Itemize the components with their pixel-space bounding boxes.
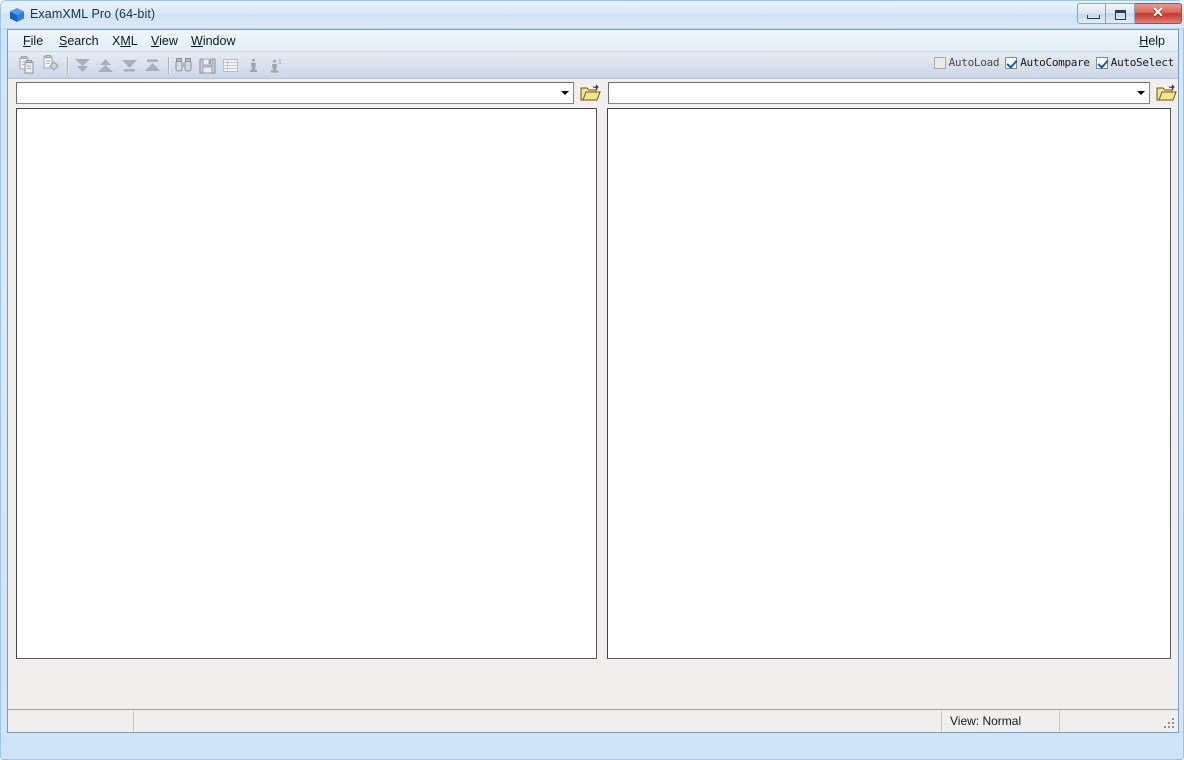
autoselect-checkbox[interactable]: AutoSelect <box>1095 56 1175 69</box>
menu-window-label: indow <box>202 34 236 48</box>
left-file-combobox[interactable] <box>16 82 574 104</box>
right-file-combobox[interactable] <box>608 82 1150 104</box>
autoload-checkbox[interactable]: AutoLoad <box>933 56 1000 69</box>
left-document-pane[interactable] <box>16 108 597 659</box>
chevron-down-icon[interactable] <box>1137 91 1145 95</box>
resize-grip-icon[interactable] <box>1163 717 1176 730</box>
file-path-row <box>8 79 1178 108</box>
save-icon[interactable] <box>197 55 218 76</box>
table-view-icon[interactable] <box>220 55 241 76</box>
menu-search[interactable]: Search <box>52 33 106 50</box>
autocompare-label: AutoCompare <box>1020 56 1090 69</box>
find-icon[interactable] <box>173 55 194 76</box>
status-bar: View: Normal <box>8 709 1178 732</box>
toolbar: 1 AutoLoad AutoCompare AutoSelect <box>8 52 1178 79</box>
menu-window[interactable]: Window <box>184 33 242 50</box>
status-cell-1 <box>8 711 133 732</box>
window-controls: ✕ <box>1077 3 1182 25</box>
compare-documents-icon[interactable] <box>17 55 38 76</box>
toolbar-separator-2 <box>168 57 170 74</box>
maximize-icon-bar <box>1116 11 1125 13</box>
autocompare-checkbox-box[interactable] <box>1005 56 1018 69</box>
status-view-mode: View: Normal <box>941 711 1059 732</box>
toolbar-options: AutoLoad AutoCompare AutoSelect <box>933 56 1175 69</box>
next-difference-icon[interactable] <box>119 55 140 76</box>
svg-text:1: 1 <box>278 59 282 66</box>
application-window: ExamXML Pro (64-bit) ✕ File Search XML V… <box>0 0 1184 760</box>
pane-splitter[interactable] <box>597 108 607 659</box>
minimize-icon <box>1087 15 1100 19</box>
menu-help-label: elp <box>1148 34 1165 48</box>
window-title: ExamXML Pro (64-bit) <box>30 7 156 21</box>
close-button[interactable]: ✕ <box>1135 3 1182 24</box>
right-file-path-input[interactable] <box>612 86 1131 100</box>
right-open-file-button[interactable] <box>1154 81 1178 105</box>
right-document-content <box>608 109 1170 113</box>
client-area: File Search XML View Window Help 1 AutoL… <box>7 29 1179 733</box>
merge-documents-icon[interactable] <box>41 55 62 76</box>
info-icon[interactable] <box>243 55 264 76</box>
toolbar-separator-1 <box>67 57 69 74</box>
right-document-pane[interactable] <box>607 108 1171 659</box>
status-cell-2 <box>133 711 941 732</box>
menu-search-label: earch <box>67 34 99 48</box>
autoselect-checkbox-box[interactable] <box>1095 56 1108 69</box>
autoselect-label: AutoSelect <box>1110 56 1175 69</box>
last-difference-icon[interactable] <box>95 55 116 76</box>
autocompare-checkbox[interactable]: AutoCompare <box>1005 56 1090 69</box>
info-alt-icon[interactable]: 1 <box>266 55 287 76</box>
left-document-content <box>17 109 596 113</box>
menu-bar: File Search XML View Window Help <box>8 30 1178 52</box>
status-cell-4 <box>1059 711 1178 732</box>
menu-help[interactable]: Help <box>1132 33 1172 50</box>
menu-view[interactable]: View <box>144 33 185 50</box>
minimize-button[interactable] <box>1077 3 1106 24</box>
close-icon: ✕ <box>1152 6 1164 21</box>
autoload-label: AutoLoad <box>948 56 1000 69</box>
app-cube-icon <box>9 7 25 23</box>
autoload-checkbox-box[interactable] <box>933 56 946 69</box>
maximize-button[interactable] <box>1106 3 1135 24</box>
left-open-file-button[interactable] <box>578 81 602 105</box>
menu-view-label: iew <box>159 34 178 48</box>
menu-xml[interactable]: XML <box>105 33 145 50</box>
menu-file-label: ile <box>30 34 44 48</box>
title-bar[interactable]: ExamXML Pro (64-bit) ✕ <box>1 1 1184 29</box>
first-difference-icon[interactable] <box>72 55 93 76</box>
left-file-path-input[interactable] <box>20 86 555 100</box>
previous-difference-icon[interactable] <box>142 55 163 76</box>
menu-file[interactable]: File <box>16 33 50 50</box>
chevron-down-icon[interactable] <box>561 91 569 95</box>
